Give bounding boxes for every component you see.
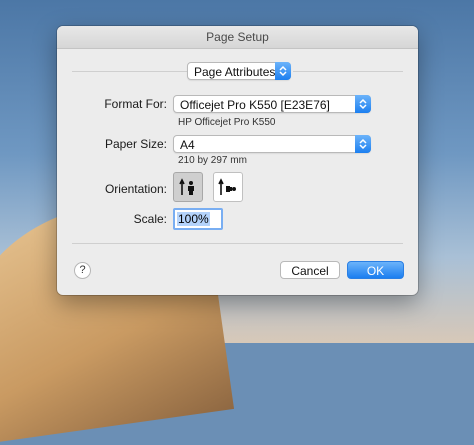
paper-size-popup[interactable]: A4: [173, 135, 371, 153]
help-icon[interactable]: ?: [74, 262, 91, 279]
format-for-value: Officejet Pro K550 [E23E76]: [180, 98, 330, 112]
scale-input[interactable]: 100%: [173, 208, 223, 230]
format-for-popup[interactable]: Officejet Pro K550 [E23E76]: [173, 95, 371, 113]
dialog-title: Page Setup: [57, 26, 418, 49]
orientation-label: Orientation:: [104, 182, 167, 196]
paper-size-label: Paper Size:: [104, 137, 167, 151]
portrait-orientation-icon: [179, 178, 194, 195]
page-setup-dialog: Page Setup Page Attributes Format For: O…: [57, 26, 418, 295]
scale-value: 100%: [177, 212, 210, 226]
ok-button[interactable]: OK: [347, 261, 404, 279]
separator-bottom: [72, 243, 403, 244]
chevron-updown-icon: [355, 95, 371, 113]
cancel-button[interactable]: Cancel: [280, 261, 340, 279]
format-for-label: Format For:: [104, 97, 167, 111]
separator-right: [293, 71, 403, 72]
format-for-description: HP Officejet Pro K550: [178, 117, 276, 128]
scale-label: Scale:: [133, 212, 167, 226]
paper-size-value: A4: [180, 138, 195, 152]
chevron-updown-icon: [355, 135, 371, 153]
landscape-orientation-button[interactable]: [213, 172, 243, 202]
separator-left: [72, 71, 187, 72]
paper-size-description: 210 by 297 mm: [178, 155, 247, 166]
chevron-updown-icon: [275, 62, 291, 80]
settings-popup-label: Page Attributes: [194, 65, 276, 79]
landscape-orientation-icon: [218, 178, 236, 195]
settings-popup[interactable]: Page Attributes: [187, 62, 291, 80]
portrait-orientation-button[interactable]: [173, 172, 203, 202]
